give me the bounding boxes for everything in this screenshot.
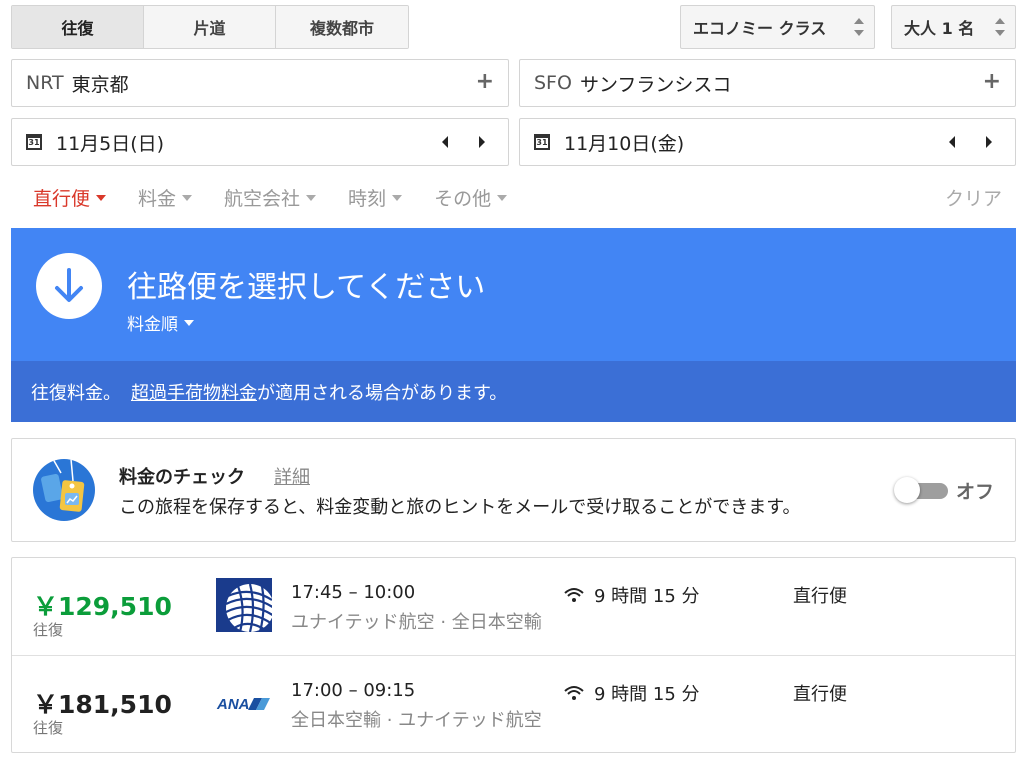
caret-down-icon [306, 194, 317, 201]
price-tracking-card: 料金のチェック 詳細 この旅程を保存すると、料金変動と旅のヒントをメールで受け取… [11, 438, 1016, 542]
clear-filters-button[interactable]: クリア [945, 184, 1002, 211]
caret-down-icon [497, 194, 508, 201]
notice-suffix: が適用される場合があります。 [257, 382, 508, 404]
caret-down-icon [392, 194, 403, 201]
filter-time[interactable]: 時刻 [348, 184, 403, 211]
notice-text: 往復料金。 [31, 382, 121, 404]
return-date-value: 11月10日(金) [564, 132, 685, 155]
select-outbound-banner: 往路便を選択してください 料金順 [11, 228, 1016, 361]
sort-label: 料金順 [127, 315, 178, 335]
origin-field[interactable]: NRT 東京都 + [11, 59, 509, 107]
calendar-icon: 31 [534, 134, 550, 150]
filter-label: その他 [434, 188, 492, 210]
price-tracking-toggle[interactable] [894, 477, 948, 503]
filter-airline[interactable]: 航空会社 [224, 184, 317, 211]
flight-price: ￥181,510 [33, 690, 172, 719]
filter-price[interactable]: 料金 [138, 184, 193, 211]
destination-code: SFO [534, 72, 572, 94]
baggage-fee-link[interactable]: 超過手荷物料金 [131, 379, 257, 405]
flight-result-row[interactable]: ￥129,510 往復 17:45 – 10:00 ユナイテッド航空 · 全日本 [12, 558, 1015, 655]
depart-date-value: 11月5日(日) [56, 132, 165, 155]
arrow-down-icon [36, 253, 102, 319]
cabin-class-select[interactable]: エコノミー クラス [680, 5, 875, 49]
prev-date-icon[interactable] [442, 136, 448, 148]
filter-nonstop[interactable]: 直行便 [33, 184, 107, 211]
duration-text: 9 時間 15 分 [594, 684, 700, 705]
passengers-value: 大人 1 名 [904, 19, 975, 38]
trip-type-selector: 往復 片道 複数都市 [11, 5, 409, 49]
next-date-icon[interactable] [986, 136, 992, 148]
flight-times: 17:45 – 10:00 [291, 582, 416, 603]
flight-stops: 直行便 [793, 586, 847, 607]
tracking-details-link[interactable]: 詳細 [274, 463, 310, 489]
select-arrows-icon [854, 18, 864, 36]
duration-text: 9 時間 15 分 [594, 586, 700, 607]
page-title: 往路便を選択してください [127, 270, 486, 305]
wifi-icon [564, 588, 584, 602]
prev-date-icon[interactable] [949, 136, 955, 148]
ana-logo-text: ANA [216, 696, 250, 713]
origin-code: NRT [26, 72, 64, 94]
trip-type-one-way[interactable]: 片道 [144, 6, 276, 48]
price-type: 往復 [33, 621, 64, 639]
flight-airlines: ユナイテッド航空 · 全日本空輸 [291, 612, 542, 633]
toggle-knob [894, 477, 920, 503]
next-date-icon[interactable] [479, 136, 485, 148]
filter-label: 航空会社 [224, 188, 301, 210]
filter-bar: 直行便 料金 航空会社 時刻 その他 [33, 184, 539, 211]
filter-label: 時刻 [348, 188, 387, 210]
flight-results-list: ￥129,510 往復 17:45 – 10:00 ユナイテッド航空 · 全日本 [11, 557, 1016, 753]
price-tag-icon [33, 459, 95, 521]
cabin-class-value: エコノミー クラス [693, 19, 827, 38]
tracking-title: 料金のチェック [119, 467, 245, 488]
flight-result-row[interactable]: ￥181,510 往復 ANA 17:00 – 09:15 全日本空輸 · ユナ… [12, 655, 1015, 752]
sort-dropdown[interactable]: 料金順 [127, 310, 194, 335]
filter-more[interactable]: その他 [434, 184, 508, 211]
caret-down-icon [96, 194, 107, 201]
origin-name: 東京都 [71, 73, 129, 96]
tracking-description: この旅程を保存すると、料金変動と旅のヒントをメールで受け取ることができます。 [119, 497, 801, 518]
flight-duration: 9 時間 15 分 [564, 582, 700, 608]
select-arrows-icon [995, 18, 1005, 36]
fare-notice: 往復料金。 超過手荷物料金 が適用される場合があります。 [11, 361, 1016, 422]
caret-down-icon [184, 319, 194, 326]
trip-type-multi-city[interactable]: 複数都市 [276, 6, 408, 48]
calendar-icon: 31 [26, 134, 42, 150]
return-date-field[interactable]: 31 11月10日(金) [519, 118, 1016, 166]
ana-logo-icon: ANA [216, 676, 272, 730]
passengers-select[interactable]: 大人 1 名 [891, 5, 1016, 49]
price-type: 往復 [33, 719, 64, 737]
add-destination-icon[interactable]: + [983, 71, 1001, 93]
wifi-icon [564, 686, 584, 700]
filter-label: 料金 [138, 188, 177, 210]
flight-airlines: 全日本空輸 · ユナイテッド航空 [291, 710, 542, 731]
flight-stops: 直行便 [793, 684, 847, 705]
destination-field[interactable]: SFO サンフランシスコ + [519, 59, 1016, 107]
depart-date-field[interactable]: 31 11月5日(日) [11, 118, 509, 166]
flight-times: 17:00 – 09:15 [291, 680, 416, 701]
united-logo-icon [216, 578, 275, 633]
toggle-state-label: オフ [956, 481, 995, 503]
add-origin-icon[interactable]: + [476, 71, 494, 93]
trip-type-round-trip[interactable]: 往復 [12, 6, 144, 48]
destination-name: サンフランシスコ [579, 73, 732, 96]
caret-down-icon [182, 194, 193, 201]
flight-price: ￥129,510 [33, 592, 172, 621]
filter-label: 直行便 [33, 188, 91, 210]
flight-duration: 9 時間 15 分 [564, 680, 700, 706]
